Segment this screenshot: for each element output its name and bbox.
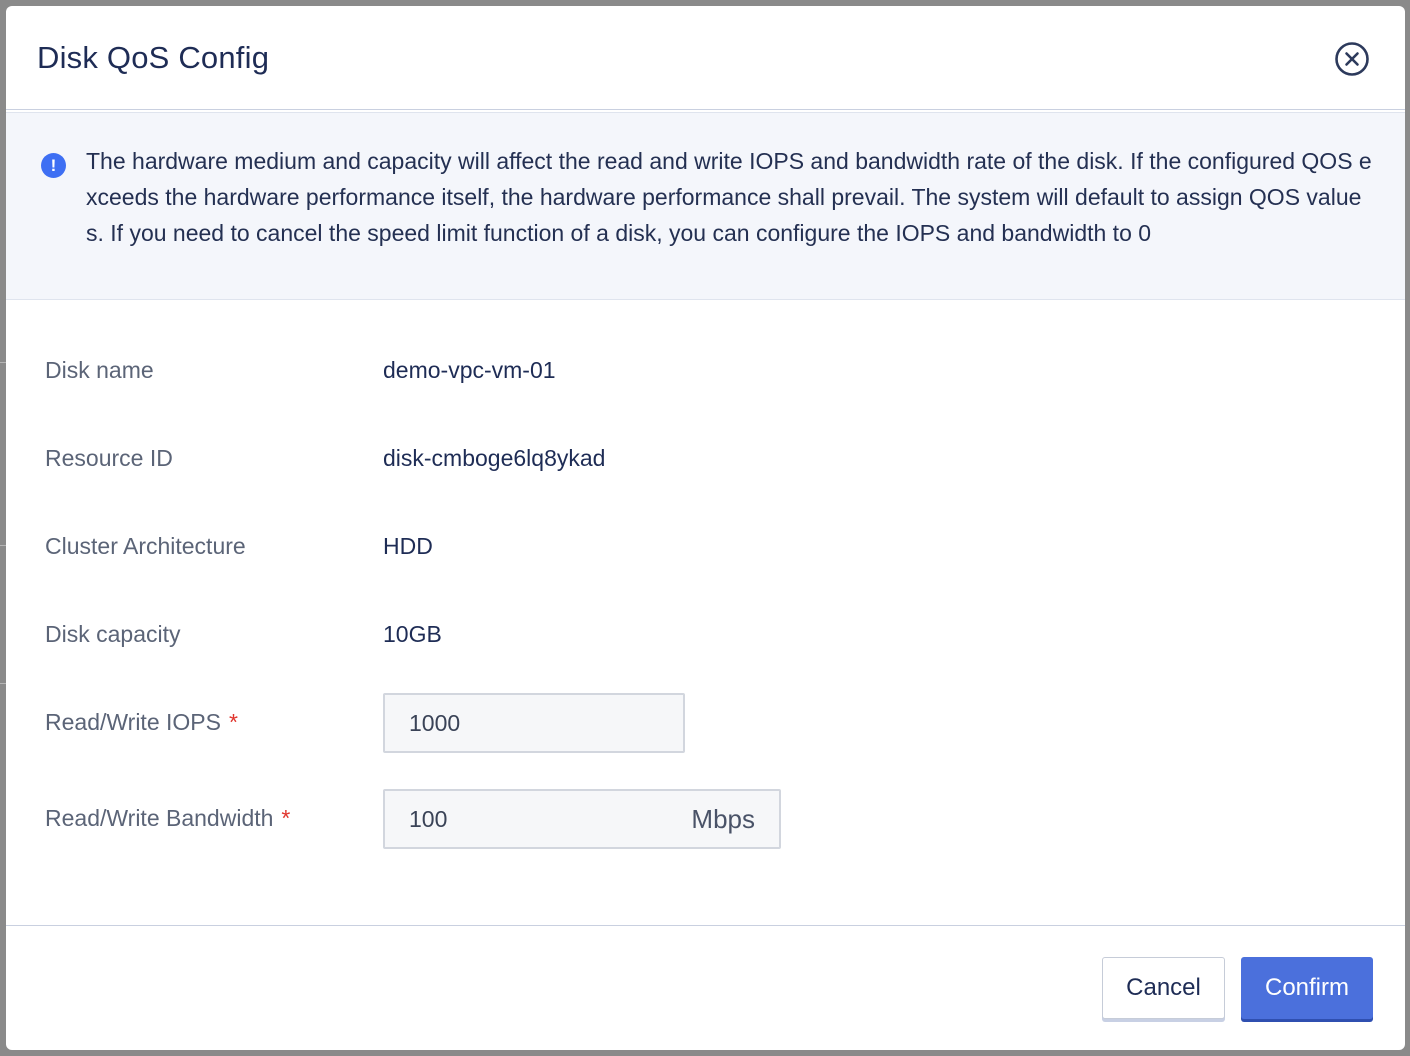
disk-capacity-label: Disk capacity bbox=[45, 621, 181, 647]
dialog-header: Disk QoS Config bbox=[6, 6, 1405, 110]
bandwidth-label: Read/Write Bandwidth * bbox=[45, 805, 290, 832]
bandwidth-label-text: Read/Write Bandwidth bbox=[45, 805, 274, 831]
disk-name-value: demo-vpc-vm-01 bbox=[383, 357, 556, 383]
iops-label-text: Read/Write IOPS bbox=[45, 709, 221, 735]
confirm-button[interactable]: Confirm bbox=[1241, 957, 1373, 1019]
disk-name-label: Disk name bbox=[45, 357, 154, 383]
bandwidth-input-box: Mbps bbox=[383, 789, 781, 849]
notice-text: The hardware medium and capacity will af… bbox=[86, 148, 1372, 246]
bandwidth-unit: Mbps bbox=[691, 804, 755, 834]
bandwidth-input[interactable] bbox=[409, 791, 659, 847]
resource-id-label: Resource ID bbox=[45, 445, 173, 471]
dialog-title: Disk QoS Config bbox=[37, 40, 270, 75]
close-circle-icon bbox=[1335, 42, 1369, 76]
cluster-architecture-value: HDD bbox=[383, 533, 433, 559]
iops-input-box bbox=[383, 693, 685, 753]
info-exclamation-icon: ! bbox=[41, 153, 66, 178]
close-button[interactable] bbox=[1333, 40, 1371, 78]
disk-capacity-value: 10GB bbox=[383, 621, 442, 647]
iops-input[interactable] bbox=[409, 695, 659, 751]
required-marker: * bbox=[228, 709, 238, 735]
cluster-architecture-label: Cluster Architecture bbox=[45, 533, 246, 559]
iops-label: Read/Write IOPS * bbox=[45, 709, 238, 736]
resource-id-value: disk-cmboge6lq8ykad bbox=[383, 445, 606, 471]
footer-divider bbox=[6, 925, 1405, 926]
required-marker: * bbox=[281, 805, 291, 831]
info-notice: ! The hardware medium and capacity will … bbox=[6, 112, 1405, 300]
cancel-button[interactable]: Cancel bbox=[1102, 957, 1225, 1019]
disk-qos-dialog: Disk QoS Config ! The hardware medium an… bbox=[6, 6, 1405, 1050]
